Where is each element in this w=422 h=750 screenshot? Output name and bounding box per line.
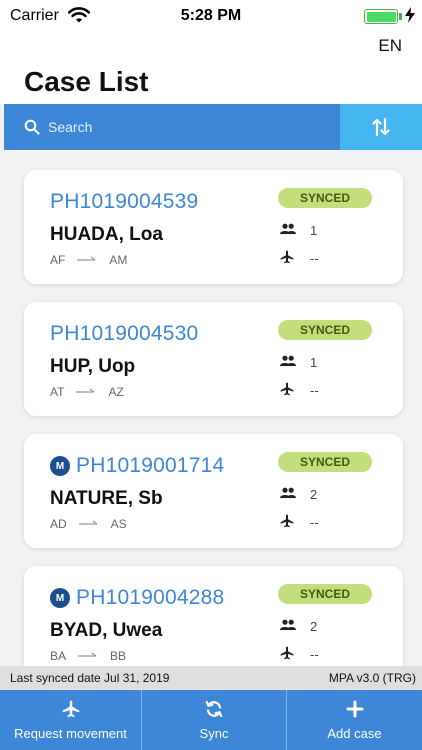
status-bar: Carrier 5:28 PM <box>0 0 422 32</box>
case-id: PH1019004288 <box>76 586 225 609</box>
search-placeholder: Search <box>48 119 93 135</box>
screen: Carrier 5:28 PM EN Case List Search PH10… <box>0 0 422 750</box>
case-id: PH1019004539 <box>50 190 199 213</box>
route: AF AM <box>50 253 127 267</box>
language-button[interactable]: EN <box>378 36 402 56</box>
status-badge: SYNCED <box>278 452 372 472</box>
route-to: BB <box>110 649 127 663</box>
people-count: 2 <box>310 487 318 502</box>
case-id-row: M PH1019001714 <box>50 454 224 478</box>
route-to: AS <box>110 517 127 531</box>
flight-value: -- <box>310 251 319 266</box>
battery-tip <box>399 13 402 20</box>
status-badge: SYNCED <box>278 320 372 340</box>
add-case-label: Add case <box>327 726 382 741</box>
plane-icon <box>62 700 79 718</box>
search-icon <box>24 119 40 135</box>
plane-icon <box>280 646 294 660</box>
bottom-toolbar: Request movement Sync Add case <box>0 690 422 750</box>
route-to: AM <box>109 253 128 267</box>
case-name: HUP, Uop <box>50 356 136 377</box>
search-input[interactable]: Search <box>4 104 340 150</box>
sync-icon <box>205 700 223 718</box>
battery-icon <box>364 9 398 24</box>
plane-icon <box>280 382 294 396</box>
case-name: HUADA, Loa <box>50 224 163 245</box>
case-card[interactable]: M PH1019004288 BYAD, Uwea BA BB SYNCED 2… <box>24 566 403 680</box>
page-title: Case List <box>24 66 149 97</box>
case-id: PH1019004530 <box>50 322 199 345</box>
case-id-row: M PH1019004288 <box>50 586 224 610</box>
route: BA BB <box>50 649 126 663</box>
status-badge: SYNCED <box>278 584 372 604</box>
add-case-button[interactable]: Add case <box>287 690 422 750</box>
route-from: AT <box>50 385 65 399</box>
request-movement-label: Request movement <box>14 726 127 741</box>
people-icon <box>280 355 296 366</box>
case-card[interactable]: PH1019004539 HUADA, Loa AF AM SYNCED 1 -… <box>24 170 403 284</box>
people-icon <box>280 619 296 630</box>
status-badge: SYNCED <box>278 188 372 208</box>
route-from: BA <box>50 649 67 663</box>
sync-button[interactable]: Sync <box>142 690 287 750</box>
sort-icon <box>372 117 390 137</box>
arrow-right-icon <box>78 652 97 657</box>
case-id-row: PH1019004539 <box>50 190 198 214</box>
arrow-right-icon <box>76 388 95 393</box>
case-id-row: PH1019004530 <box>50 322 198 346</box>
last-synced-label: Last synced date Jul 31, 2019 <box>10 671 170 685</box>
sync-label: Sync <box>199 726 229 741</box>
request-movement-button[interactable]: Request movement <box>0 690 142 750</box>
case-name: NATURE, Sb <box>50 488 163 509</box>
arrow-right-icon <box>78 520 98 525</box>
flight-value: -- <box>310 647 319 662</box>
route-from: AF <box>50 253 66 267</box>
charging-bolt-icon <box>405 7 415 23</box>
plus-icon <box>346 700 363 718</box>
plane-icon <box>280 250 294 264</box>
people-icon <box>280 223 296 234</box>
search-bar: Search <box>0 104 422 150</box>
people-count: 2 <box>310 619 318 634</box>
case-id: PH1019001714 <box>76 454 225 477</box>
plane-icon <box>280 514 294 528</box>
flight-value: -- <box>310 383 319 398</box>
flight-value: -- <box>310 515 319 530</box>
sort-button[interactable] <box>340 104 422 150</box>
organization-logo-icon: M <box>50 456 70 476</box>
app-version-label: MPA v3.0 (TRG) <box>328 671 416 685</box>
people-icon <box>280 487 296 498</box>
case-card[interactable]: M PH1019001714 NATURE, Sb AD AS SYNCED 2… <box>24 434 403 548</box>
organization-logo-icon: M <box>50 588 70 608</box>
arrow-right-icon <box>77 256 96 261</box>
route: AD AS <box>50 517 127 531</box>
status-time: 5:28 PM <box>180 7 242 24</box>
people-count: 1 <box>310 355 318 370</box>
people-count: 1 <box>310 223 318 238</box>
route: AT AZ <box>50 385 124 399</box>
header: EN Case List <box>0 32 422 104</box>
sync-info-bar: Last synced date Jul 31, 2019 MPA v3.0 (… <box>0 666 422 690</box>
case-name: BYAD, Uwea <box>50 620 163 641</box>
route-from: AD <box>50 517 67 531</box>
case-card[interactable]: PH1019004530 HUP, Uop AT AZ SYNCED 1 -- <box>24 302 403 416</box>
route-to: AZ <box>108 385 124 399</box>
